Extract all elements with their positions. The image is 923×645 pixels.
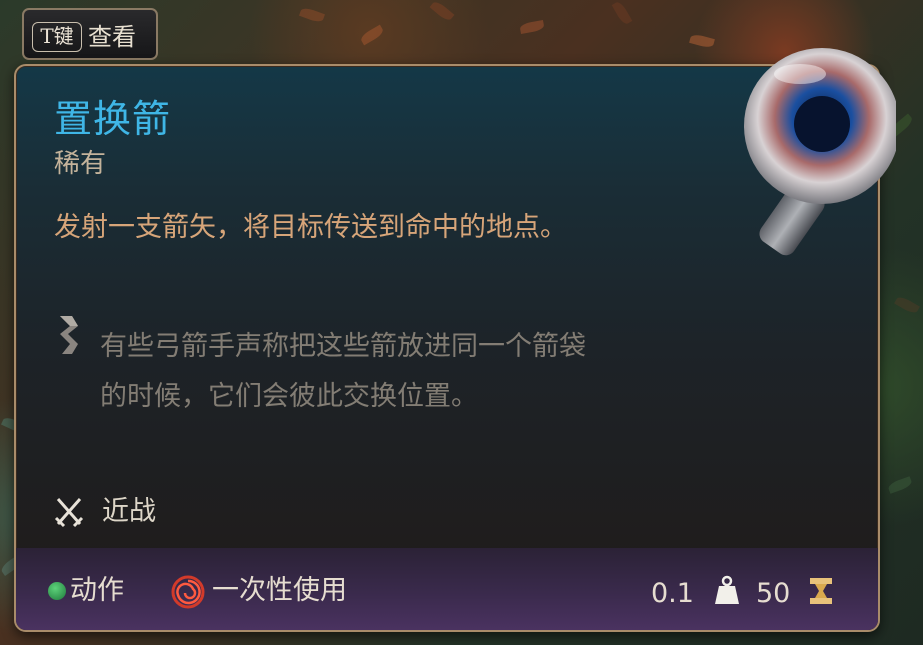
crossed-swords-icon	[54, 498, 84, 528]
item-description: 发射一支箭矢，将目标传送到命中的地点。	[54, 212, 567, 243]
item-name: 置换箭	[54, 97, 172, 141]
usage-label: 一次性使用	[212, 575, 347, 606]
weight-value: 0.1	[651, 578, 694, 609]
item-rarity: 稀有	[54, 149, 107, 179]
gold-icon	[810, 578, 832, 604]
key-cap: T键	[32, 22, 82, 52]
attack-type: 近战	[102, 496, 156, 527]
gold-value: 50	[756, 578, 791, 609]
green-dot-icon	[48, 582, 66, 600]
item-flavor-text: 有些弓箭手声称把这些箭放进同一个箭袋的时候，它们会彼此交换位置。	[100, 331, 586, 412]
tooltip-footer: 动作 一次性使用 0.1 50	[16, 548, 878, 630]
inspect-hint[interactable]: T键 查看	[22, 8, 158, 60]
red-spiral-icon	[171, 575, 205, 609]
weight-icon	[715, 575, 739, 604]
action-cost-label: 动作	[70, 575, 124, 606]
arrow-orb-icon	[744, 48, 896, 256]
inspect-label: 查看	[88, 23, 136, 51]
scroll-icon	[60, 316, 78, 354]
